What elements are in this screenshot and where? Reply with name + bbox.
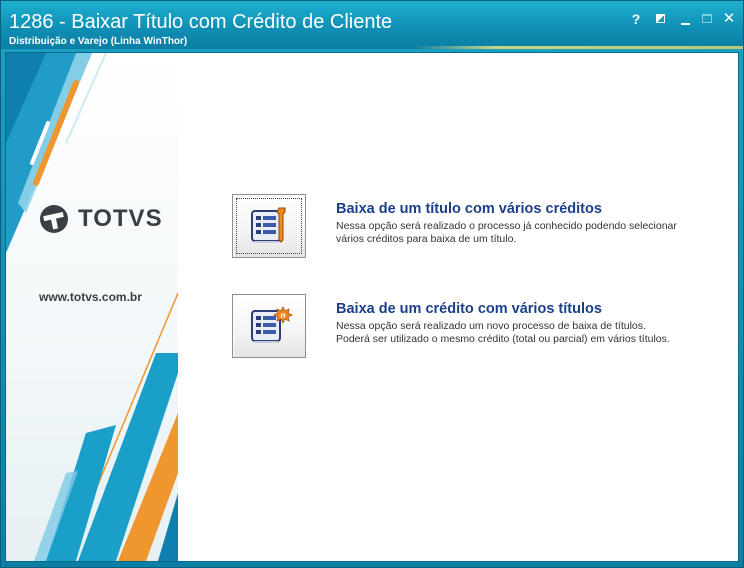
help-icon: ? (631, 11, 641, 27)
totvs-logo: TOTVS (38, 203, 163, 235)
restore-icon (655, 14, 665, 23)
document-wrench-icon (251, 207, 286, 243)
option-one-description-line: vários créditos para baixa de um título. (336, 233, 517, 245)
totvs-logo-icon (38, 203, 70, 235)
title-bar[interactable]: 1286 - Baixar Título com Crédito de Clie… (1, 1, 743, 49)
sidebar-brand-panel: TOTVS www.totvs.com.br (6, 53, 178, 561)
close-button[interactable]: ✕ (720, 10, 738, 28)
restore-button[interactable] (651, 10, 669, 28)
title-accent-stripe (413, 46, 743, 49)
decorative-stripes (6, 53, 178, 561)
option-two-description-line: Nessa opção será realizado um novo proce… (336, 320, 646, 332)
minimize-button[interactable] (676, 10, 694, 28)
option-two-button[interactable]: n (232, 294, 306, 358)
close-icon: ✕ (722, 10, 736, 27)
window-subtitle: Distribuição e Varejo (Linha WinThor) (9, 36, 188, 47)
option-one-title[interactable]: Baixa de um título com vários créditos (336, 201, 602, 217)
option-two-description-line: Poderá ser utilizado o mesmo crédito (to… (336, 333, 670, 345)
main-panel: TOTVS www.totvs.com.br Baixa de um títul… (5, 52, 739, 562)
option-two-credit-many-titles: n Baixa de um crédito com vários títulos… (232, 294, 732, 360)
option-two-title[interactable]: Baixa de um crédito com vários títulos (336, 301, 602, 317)
option-one-title-many-credits: Baixa de um título com vários créditos N… (232, 194, 732, 260)
new-badge-letter: n (281, 311, 286, 320)
minimize-icon (680, 23, 690, 25)
brand-name: TOTVS (78, 205, 163, 232)
help-button[interactable]: ? (627, 10, 645, 28)
option-two-description: Nessa opção será realizado um novo proce… (336, 320, 716, 346)
option-one-button[interactable] (232, 194, 306, 258)
window-title: 1286 - Baixar Título com Crédito de Clie… (9, 11, 393, 33)
website-link: www.totvs.com.br (39, 290, 142, 304)
app-window: 1286 - Baixar Título com Crédito de Clie… (0, 0, 744, 568)
option-one-description: Nessa opção será realizado o processo já… (336, 220, 716, 246)
document-new-badge-icon: n (251, 306, 293, 343)
option-one-description-line: Nessa opção será realizado o processo já… (336, 220, 677, 232)
maximize-icon (702, 14, 712, 23)
maximize-button[interactable] (698, 10, 716, 28)
